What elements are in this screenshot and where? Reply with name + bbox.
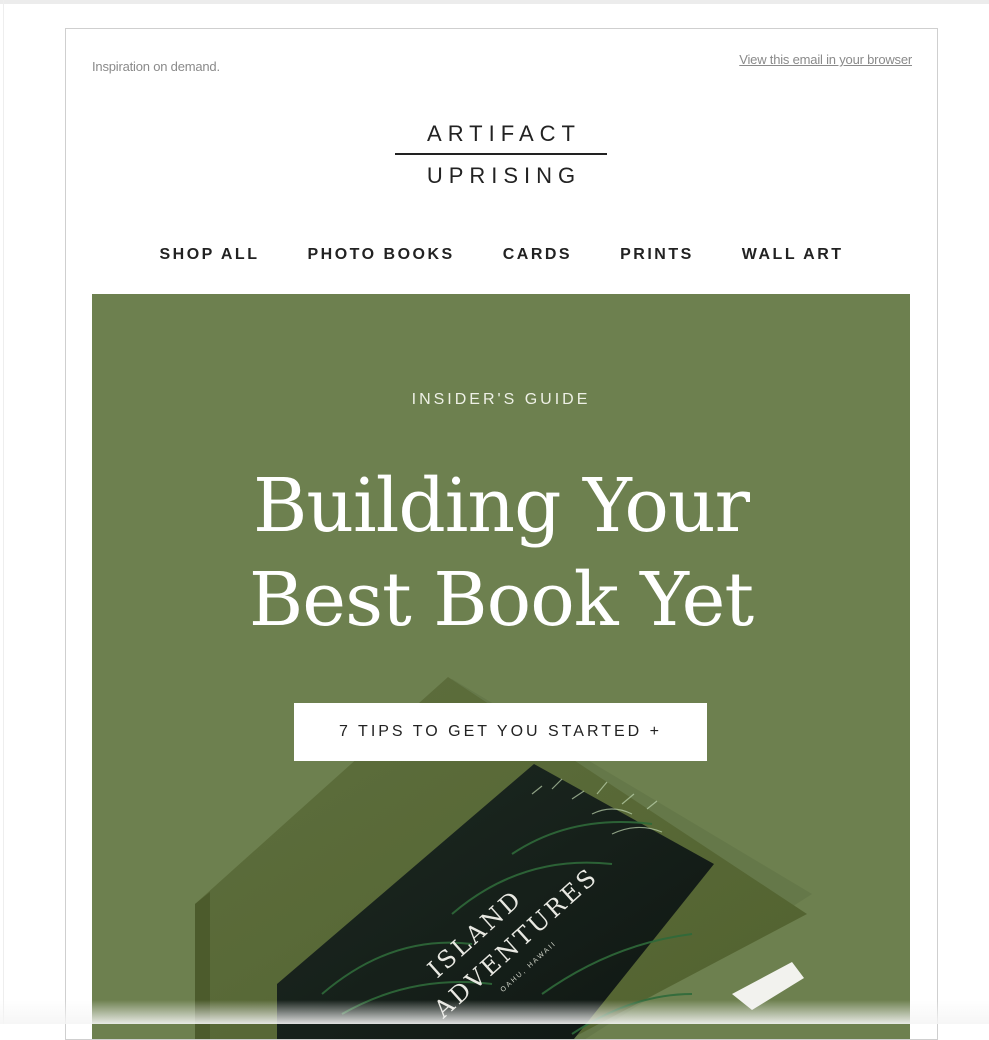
window-left-border [3,0,4,1024]
scroll-fade [0,1000,989,1024]
logo-line-1: ARTIFACT [427,121,581,146]
nav-photo-books[interactable]: PHOTO BOOKS [307,246,454,264]
headline-line-2: Best Book Yet [248,557,754,643]
email-container: Inspiration on demand. View this email i… [65,28,938,1040]
nav-shop-all[interactable]: SHOP ALL [159,246,259,264]
main-nav: SHOP ALL PHOTO BOOKS CARDS PRINTS WALL A… [66,246,937,264]
view-in-browser-link[interactable]: View this email in your browser [739,52,912,67]
brand-logo[interactable]: ARTIFACT UPRISING [395,119,607,191]
window-top-border [0,0,989,4]
hero-headline: Building Your Best Book Yet [92,459,910,647]
hero-eyebrow: INSIDER'S GUIDE [411,391,591,408]
headline-line-1: Building Your [253,463,750,549]
hero-banner[interactable]: ISLAND ADVENTURES OAHU, HAWAII INSIDER'S… [92,294,910,1039]
logo-divider [395,153,607,155]
nav-wall-art[interactable]: WALL ART [742,246,844,264]
logo-line-2: UPRISING [426,163,582,188]
nav-cards[interactable]: CARDS [503,246,572,264]
nav-prints[interactable]: PRINTS [620,246,694,264]
tips-cta-button[interactable]: 7 TIPS TO GET YOU STARTED + [294,703,707,761]
preheader-text: Inspiration on demand. [92,59,220,74]
